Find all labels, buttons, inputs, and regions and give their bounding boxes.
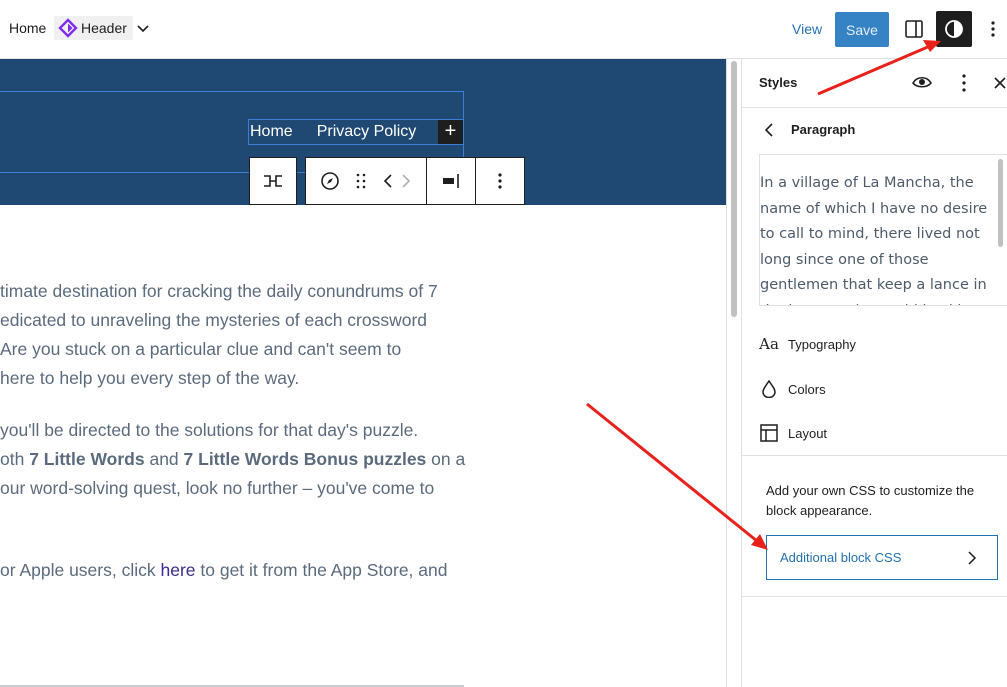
paragraph-line: our word-solving quest, look no further …	[0, 478, 435, 498]
nav-item-label: Typography	[788, 336, 856, 352]
save-button[interactable]: Save	[835, 12, 889, 47]
nav-item-label: Colors	[788, 381, 826, 397]
move-controls	[368, 158, 426, 204]
preview-text: In a village of La Mancha, the name of w…	[760, 175, 988, 305]
block-options-button[interactable]	[476, 158, 524, 204]
template-part-icon	[58, 18, 78, 38]
kebab-icon[interactable]	[956, 73, 972, 93]
transform-icon	[264, 175, 282, 187]
layout-icon	[759, 423, 779, 443]
preview-scrollbar[interactable]	[994, 155, 1007, 305]
text-run: on a	[426, 449, 466, 469]
divider	[742, 596, 1007, 597]
paragraph-line: Are you stuck on a particular clue and c…	[0, 339, 402, 359]
block-toolbar-transform[interactable]	[249, 157, 297, 205]
nav-link-privacy-policy[interactable]: Privacy Policy	[317, 123, 417, 141]
droplet-icon	[759, 379, 779, 399]
bold-text: 7 Little Words	[29, 449, 145, 469]
styles-toggle-button[interactable]	[936, 11, 972, 47]
sidebar-title: Styles	[759, 75, 798, 90]
additional-css-button[interactable]: Additional block CSS	[766, 535, 998, 580]
drag-handle[interactable]	[354, 158, 368, 204]
sidebar-icon	[905, 20, 923, 38]
navigation-block[interactable]: Home Privacy Policy +	[248, 119, 464, 145]
paragraph-line: you'll be directed to the solutions for …	[0, 420, 419, 440]
more-options-button[interactable]	[985, 17, 1001, 41]
nav-item-typography[interactable]: Aa Typography	[759, 330, 999, 358]
chevron-down-icon[interactable]	[135, 20, 151, 36]
editor-canvas[interactable]: Home Privacy Policy + timate destination…	[0, 59, 726, 687]
typography-icon: Aa	[759, 335, 779, 353]
bold-text: 7 Little Words Bonus puzzles	[183, 449, 427, 469]
paragraph-line: or Apple users, click here to get it fro…	[0, 560, 447, 581]
nav-item-colors[interactable]: Colors	[759, 375, 999, 403]
eye-icon[interactable]	[912, 73, 932, 93]
settings-sidebar-toggle[interactable]	[901, 13, 927, 45]
divider	[742, 455, 1007, 456]
app-store-link[interactable]: here	[160, 560, 195, 580]
nav-item-label: Layout	[788, 425, 828, 441]
editor-top-bar: Home Header View Save	[0, 0, 1007, 59]
kebab-icon	[498, 173, 502, 189]
paragraph-line: here to help you every step of the way.	[0, 368, 300, 388]
styles-sidebar: Styles Paragraph In a village of La Manc…	[741, 59, 1007, 687]
add-nav-item-button[interactable]: +	[438, 120, 463, 144]
kebab-icon	[991, 21, 995, 37]
header-template-part[interactable]: Home Privacy Policy +	[0, 59, 726, 205]
nav-item-layout[interactable]: Layout	[759, 419, 999, 447]
canvas-scrollbar[interactable]	[726, 59, 741, 687]
help-text: Add your own CSS to customize the block …	[766, 483, 975, 518]
compass-icon	[321, 172, 339, 190]
template-part-chip[interactable]: Header	[54, 16, 133, 40]
chevron-right-icon	[968, 551, 977, 565]
justify-button[interactable]	[427, 158, 475, 204]
justify-right-icon	[443, 174, 459, 188]
text-run: and	[144, 449, 184, 469]
button-label: Additional block CSS	[780, 550, 902, 565]
breadcrumb-home[interactable]: Home	[9, 20, 46, 36]
template-part-label: Header	[81, 20, 127, 36]
contrast-icon	[945, 20, 963, 38]
chevron-right-icon[interactable]	[401, 173, 411, 189]
text-run: oth	[0, 449, 30, 469]
paragraph-line: edicated to unraveling the mysteries of …	[0, 310, 428, 330]
paragraph-line: oth 7 Little Words and 7 Little Words Bo…	[0, 449, 465, 470]
scrollbar-thumb[interactable]	[731, 61, 737, 317]
scrollbar-thumb[interactable]	[998, 159, 1003, 247]
drag-handle-icon	[356, 173, 366, 189]
paragraph-line: timate destination for cracking the dail…	[0, 281, 438, 301]
close-icon[interactable]	[992, 74, 1007, 92]
text-run: or Apple users, click	[0, 560, 161, 580]
text-run: to get it from the App Store, and	[195, 560, 448, 580]
view-button[interactable]: View	[792, 21, 822, 37]
style-preview: In a village of La Mancha, the name of w…	[759, 154, 1007, 306]
section-title: Paragraph	[791, 122, 856, 137]
divider	[742, 107, 1007, 108]
block-toolbar-main	[305, 157, 525, 205]
chevron-left-icon[interactable]	[383, 173, 393, 189]
chevron-left-icon[interactable]	[762, 121, 776, 139]
compass-button[interactable]	[306, 158, 354, 204]
nav-link-home[interactable]: Home	[250, 123, 293, 141]
